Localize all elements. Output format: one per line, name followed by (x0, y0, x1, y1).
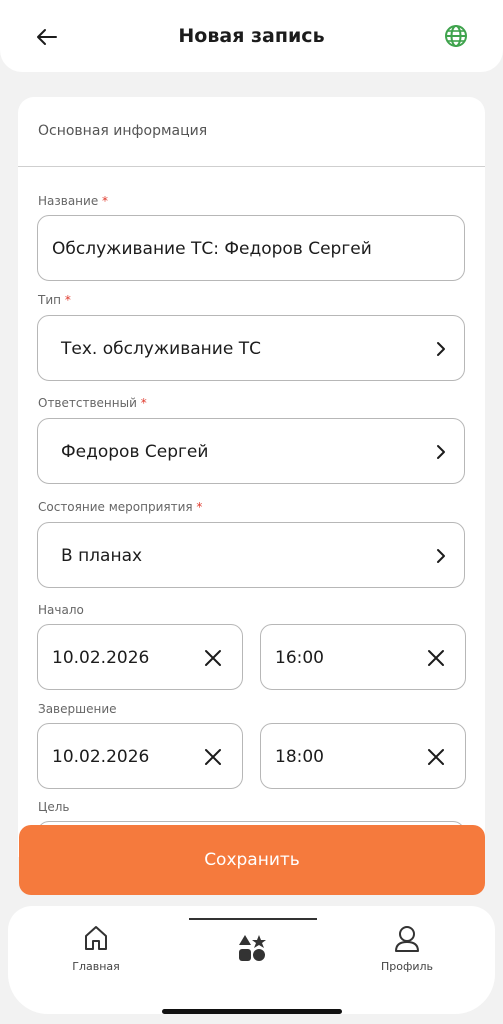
end-time-value: 18:00 (275, 747, 324, 767)
close-icon[interactable] (204, 649, 222, 667)
end-date-field[interactable]: 10.02.2026 (37, 723, 243, 789)
required-mark: * (140, 396, 147, 410)
end-time-field[interactable]: 18:00 (260, 723, 466, 789)
required-mark: * (64, 293, 71, 307)
responsible-value: Федоров Сергей (61, 442, 209, 462)
responsible-select[interactable]: Федоров Сергей (37, 418, 465, 484)
name-field[interactable]: Обслуживание ТС: Федоров Сергей (37, 215, 465, 281)
bottom-tab-bar: Главная Профиль (8, 906, 495, 1014)
form-card: Основная информация Название * Обслужива… (18, 97, 485, 857)
save-button[interactable]: Сохранить (19, 825, 485, 895)
profile-icon (395, 926, 419, 952)
chevron-right-icon (437, 445, 445, 459)
required-mark: * (196, 500, 203, 514)
language-button[interactable] (442, 22, 470, 50)
globe-icon (445, 25, 467, 47)
required-mark: * (102, 194, 109, 208)
section-divider (18, 166, 485, 167)
start-time-value: 16:00 (275, 648, 324, 668)
state-label-text: Состояние мероприятия (38, 500, 193, 514)
tab-home-label: Главная (72, 960, 120, 973)
active-tab-indicator (189, 918, 317, 920)
page-title: Новая запись (178, 25, 325, 47)
responsible-label: Ответственный * (38, 396, 147, 410)
home-indicator (162, 1009, 342, 1014)
name-label-text: Название (38, 194, 99, 208)
state-value: В планах (61, 546, 143, 566)
home-icon (85, 926, 107, 950)
close-icon[interactable] (427, 649, 445, 667)
goal-label: Цель (38, 800, 70, 814)
type-value: Тех. обслуживание ТС (61, 339, 261, 359)
type-label-text: Тип (38, 293, 61, 307)
chevron-right-icon (437, 549, 445, 563)
start-label: Начало (38, 603, 84, 617)
start-date-value: 10.02.2026 (52, 648, 150, 668)
close-icon[interactable] (204, 748, 222, 766)
categories-icon (239, 935, 266, 961)
responsible-label-text: Ответственный (38, 396, 137, 410)
close-icon[interactable] (427, 748, 445, 766)
tab-home[interactable]: Главная (46, 924, 146, 994)
end-date-value: 10.02.2026 (52, 747, 150, 767)
top-header: Новая запись (0, 0, 503, 72)
section-title: Основная информация (38, 123, 208, 139)
type-label: Тип * (38, 293, 71, 307)
state-select[interactable]: В планах (37, 522, 465, 588)
name-value: Обслуживание ТС: Федоров Сергей (52, 239, 372, 259)
start-time-field[interactable]: 16:00 (260, 624, 466, 690)
type-select[interactable]: Тех. обслуживание ТС (37, 315, 465, 381)
state-label: Состояние мероприятия * (38, 500, 202, 514)
start-date-field[interactable]: 10.02.2026 (37, 624, 243, 690)
name-label: Название * (38, 194, 108, 208)
tab-profile[interactable]: Профиль (357, 924, 457, 994)
end-label: Завершение (38, 702, 117, 716)
chevron-right-icon (437, 342, 445, 356)
tab-profile-label: Профиль (380, 960, 434, 973)
tab-categories[interactable] (202, 924, 302, 994)
